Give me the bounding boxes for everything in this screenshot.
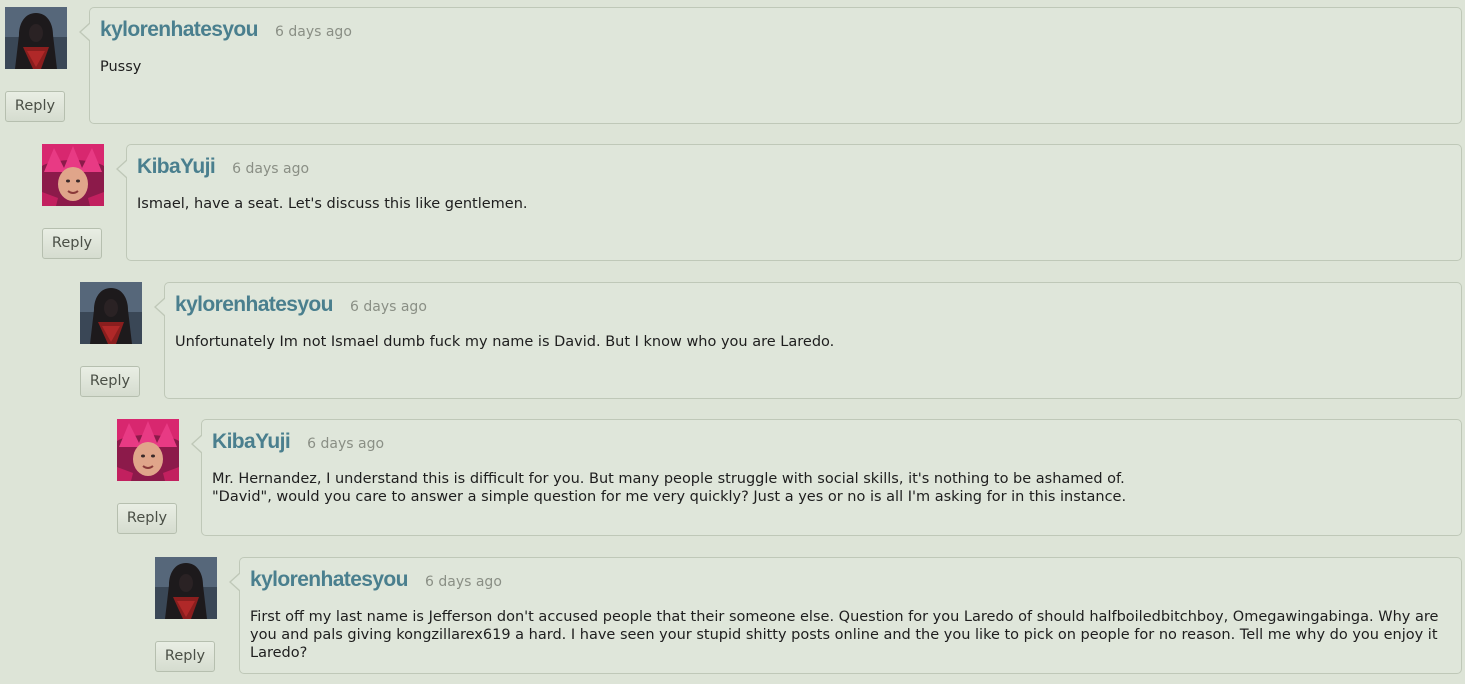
comment: Reply kylorenhatesyou 6 days ago Pussy xyxy=(5,7,1462,127)
reply-button[interactable]: Reply xyxy=(117,503,177,534)
comment-bubble: KibaYuji 6 days ago Ismael, have a seat.… xyxy=(116,144,1462,261)
reply-button[interactable]: Reply xyxy=(42,228,102,259)
timestamp: 6 days ago xyxy=(425,574,502,590)
comment-text: Mr. Hernandez, I understand this is diff… xyxy=(212,471,1127,505)
reply-button[interactable]: Reply xyxy=(5,91,65,122)
comment: Reply KibaYuji 6 days ago Mr. Hernandez,… xyxy=(117,419,1462,539)
comment: Reply KibaYuji 6 days ago Ismael, have a… xyxy=(42,144,1462,264)
username[interactable]: KibaYuji xyxy=(212,430,291,453)
comment-text: Pussy xyxy=(100,59,142,75)
comment-bubble: kylorenhatesyou 6 days ago Pussy xyxy=(79,7,1462,124)
avatar[interactable] xyxy=(117,419,179,481)
username[interactable]: kylorenhatesyou xyxy=(100,18,259,41)
username[interactable]: KibaYuji xyxy=(137,155,216,178)
comment-bubble: kylorenhatesyou 6 days ago Unfortunately… xyxy=(154,282,1462,399)
timestamp: 6 days ago xyxy=(275,24,352,40)
comment-meta: kylorenhatesyou 6 days ago xyxy=(250,568,502,592)
comment-meta: KibaYuji 6 days ago xyxy=(212,430,384,454)
comment: Reply kylorenhatesyou 6 days ago Unfortu… xyxy=(80,282,1462,402)
comment: Reply kylorenhatesyou 6 days ago First o… xyxy=(155,557,1462,677)
avatar[interactable] xyxy=(80,282,142,344)
hooded-figure-avatar-image xyxy=(80,282,142,344)
comment-meta: kylorenhatesyou 6 days ago xyxy=(100,18,352,42)
reply-button[interactable]: Reply xyxy=(80,366,140,397)
pink-hat-avatar-image xyxy=(42,144,104,206)
avatar[interactable] xyxy=(5,7,67,69)
comment-bubble: KibaYuji 6 days ago Mr. Hernandez, I und… xyxy=(191,419,1462,536)
hooded-figure-avatar-image xyxy=(5,7,67,69)
avatar[interactable] xyxy=(42,144,104,206)
username[interactable]: kylorenhatesyou xyxy=(250,568,409,591)
timestamp: 6 days ago xyxy=(350,299,427,315)
comment-meta: KibaYuji 6 days ago xyxy=(137,155,309,179)
comment-text: Unfortunately Im not Ismael dumb fuck my… xyxy=(175,334,835,350)
pink-hat-avatar-image xyxy=(117,419,179,481)
timestamp: 6 days ago xyxy=(307,436,385,452)
comment-bubble: kylorenhatesyou 6 days ago First off my … xyxy=(229,557,1462,674)
comment-text: First off my last name is Jefferson don'… xyxy=(250,609,1439,661)
reply-button[interactable]: Reply xyxy=(155,641,215,672)
comment-meta: kylorenhatesyou 6 days ago xyxy=(175,293,427,317)
timestamp: 6 days ago xyxy=(232,161,310,177)
hooded-figure-avatar-image xyxy=(155,557,217,619)
username[interactable]: kylorenhatesyou xyxy=(175,293,334,316)
avatar[interactable] xyxy=(155,557,217,619)
comment-text: Ismael, have a seat. Let's discuss this … xyxy=(137,196,528,212)
